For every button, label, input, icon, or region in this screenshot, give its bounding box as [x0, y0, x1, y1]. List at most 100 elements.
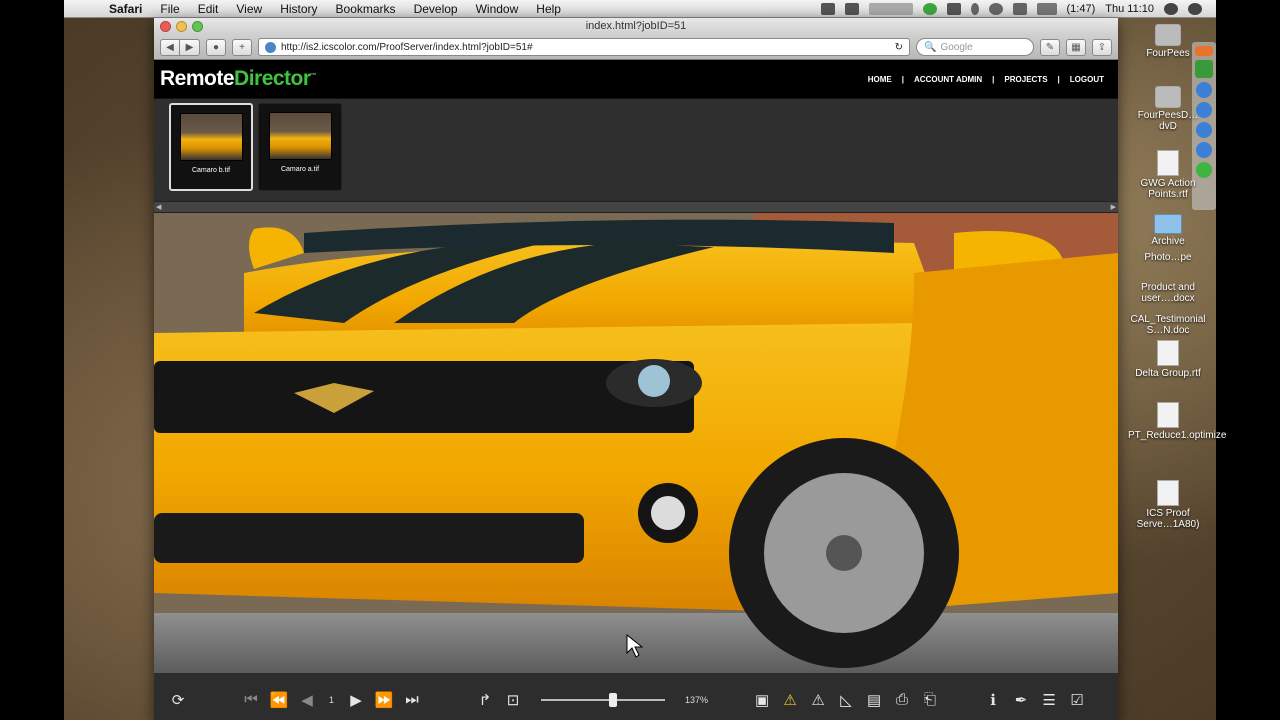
reader-button[interactable]: ●	[206, 38, 226, 56]
nav-home[interactable]: HOME	[860, 75, 900, 84]
grid-icon[interactable]: ▦	[1066, 38, 1086, 56]
edit-icon[interactable]: ✎	[1040, 38, 1060, 56]
desktop-icon-fourpees-dvd[interactable]: FourPeesD… dvD	[1128, 86, 1208, 132]
fast-forward-icon[interactable]: ⏩	[375, 691, 394, 709]
desktop-icon-photo[interactable]: Photo…pe	[1128, 252, 1208, 263]
logo: RemoteDirector™	[160, 67, 317, 91]
thumbnail-scrollbar[interactable]: ◀ ▶	[154, 201, 1118, 213]
menu-file[interactable]: File	[151, 2, 188, 16]
menu-develop[interactable]: Develop	[405, 2, 467, 16]
back-button[interactable]: ◀	[160, 38, 180, 56]
battery-icon[interactable]	[1036, 2, 1057, 15]
safari-window: index.html?jobID=51 ◀ ▶ ● + http://is2.i…	[154, 18, 1118, 720]
menu-view[interactable]: View	[227, 2, 271, 16]
desktop-icon-label: FourPeesD… dvD	[1137, 110, 1199, 132]
reload-icon[interactable]: ↻	[895, 42, 903, 53]
share-icon[interactable]: ⇪	[1092, 38, 1112, 56]
next-page-icon[interactable]: ▶	[347, 691, 365, 709]
menu-help[interactable]: Help	[527, 2, 570, 16]
last-page-icon[interactable]: ⏭	[403, 691, 421, 709]
first-page-icon[interactable]: ⏮	[242, 691, 260, 709]
browser-toolbar: ◀ ▶ ● + http://is2.icscolor.com/ProofSer…	[154, 35, 1118, 60]
search-field[interactable]: 🔍 Google	[916, 38, 1034, 56]
eyedropper-icon[interactable]: ✒	[1012, 691, 1030, 709]
share-arrow-icon[interactable]: ↱	[476, 691, 494, 709]
image-viewer[interactable]	[154, 213, 1118, 673]
page-number[interactable]: 1	[329, 695, 334, 705]
camera-icon[interactable]	[820, 2, 835, 15]
menu-app-safari[interactable]: Safari	[100, 2, 151, 16]
thumbnail-camaro-b[interactable]: Camaro b.tif	[169, 103, 253, 191]
close-window-icon[interactable]	[160, 21, 171, 32]
wifi-icon[interactable]	[988, 2, 1003, 15]
desktop-icon-label: ICS Proof Serve…1A80)	[1136, 508, 1200, 530]
approve-icon[interactable]: ☑	[1068, 691, 1086, 709]
spotlight-icon[interactable]	[1188, 2, 1202, 15]
desktop-icon-delta[interactable]: Delta Group.rtf	[1128, 340, 1208, 379]
user-icon[interactable]	[1164, 2, 1178, 15]
desktop-icon-gwg[interactable]: GWG Action Points.rtf	[1128, 150, 1208, 200]
desktop-icon-pt-reduce[interactable]: PT_Reduce1.optimize	[1128, 402, 1226, 441]
export-icon[interactable]: ⎗	[921, 691, 939, 709]
close-x-icon[interactable]	[844, 2, 859, 15]
add-bookmark-button[interactable]: +	[232, 38, 252, 56]
search-placeholder: Google	[940, 41, 973, 53]
url-text[interactable]: http://is2.icscolor.com/ProofServer/inde…	[281, 42, 890, 53]
desktop-icon-label: FourPees	[1146, 48, 1190, 59]
drive-icon	[1155, 24, 1181, 46]
zoom-slider-knob[interactable]	[609, 692, 618, 707]
scroll-left-icon[interactable]: ◀	[156, 203, 161, 211]
bluetooth-icon[interactable]	[970, 2, 979, 15]
desktop-icon-fourpees[interactable]: FourPees	[1128, 24, 1208, 59]
rewind-icon[interactable]: ⏪	[270, 691, 289, 709]
desktop-icon-label: Archive	[1151, 236, 1185, 247]
desktop-icon-label: GWG Action Points.rtf	[1140, 178, 1196, 200]
status-area: (1:47) Thu 11:10	[820, 2, 1216, 15]
desktop-icon-archive[interactable]: Archive	[1128, 214, 1208, 247]
scroll-right-icon[interactable]: ▶	[1111, 203, 1116, 211]
refresh-icon[interactable]: ⟳	[169, 691, 187, 709]
menu-bookmarks[interactable]: Bookmarks	[327, 2, 405, 16]
nav-projects[interactable]: PROJECTS	[996, 75, 1055, 84]
print-icon[interactable]: ⎙	[893, 691, 911, 709]
fit-to-screen-icon[interactable]: ⊡	[504, 691, 522, 709]
window-controls	[160, 21, 203, 32]
volume-icon[interactable]	[1012, 2, 1027, 15]
viewer-controls: ⟳ ⏮ ⏪ ◀ 1 ▶ ⏩ ⏭ ↱ ⊡ 137% ▣ ⚠ ⚠ ◺ ▤ ⎙ ⎗ ℹ…	[154, 679, 1118, 720]
nav-account-admin[interactable]: ACCOUNT ADMIN	[906, 75, 990, 84]
menu-edit[interactable]: Edit	[189, 2, 228, 16]
search-icon: 🔍	[924, 41, 937, 53]
document-icon	[1157, 340, 1179, 366]
address-bar[interactable]: http://is2.icscolor.com/ProofServer/inde…	[258, 38, 910, 56]
image-compare-icon[interactable]: ▤	[865, 691, 883, 709]
info-icon[interactable]: ℹ	[984, 691, 1002, 709]
dock-on-air-icon[interactable]	[1195, 60, 1213, 78]
gamut-warning-icon[interactable]: ⚠	[809, 691, 827, 709]
measure-icon[interactable]: ◺	[837, 691, 855, 709]
forward-button[interactable]: ▶	[180, 38, 200, 56]
thumbnail-image	[179, 113, 243, 161]
prev-page-icon[interactable]: ◀	[298, 691, 316, 709]
app-header: RemoteDirector™ HOME | ACCOUNT ADMIN | P…	[154, 60, 1118, 99]
compare-icon[interactable]: ▣	[753, 691, 771, 709]
logo-tm: ™	[310, 73, 317, 79]
desktop-icon-cal[interactable]: CAL_Testimonial S…N.doc	[1128, 314, 1208, 336]
clock[interactable]: Thu 11:10	[1105, 3, 1154, 15]
notes-icon[interactable]: ☰	[1040, 691, 1058, 709]
thumbnail-caption: Camaro b.tif	[191, 167, 231, 174]
green-status-icon[interactable]	[922, 2, 937, 15]
menu-window[interactable]: Window	[467, 2, 528, 16]
thumbnail-camaro-a[interactable]: Camaro a.tif	[258, 103, 342, 191]
nav-logout[interactable]: LOGOUT	[1062, 75, 1112, 84]
time-machine-icon[interactable]	[946, 2, 961, 15]
desktop-icon-label: Delta Group.rtf	[1135, 368, 1201, 379]
document-icon	[1157, 150, 1179, 176]
zoom-window-icon[interactable]	[192, 21, 203, 32]
minimize-window-icon[interactable]	[176, 21, 187, 32]
media-controls-icon[interactable]	[868, 2, 913, 15]
warning-icon[interactable]: ⚠	[781, 691, 799, 709]
zoom-slider[interactable]	[541, 692, 666, 707]
desktop-icon-product[interactable]: Product and user….docx	[1128, 282, 1208, 304]
desktop-icon-ics-proof[interactable]: ICS Proof Serve…1A80)	[1128, 480, 1208, 530]
menu-history[interactable]: History	[271, 2, 326, 16]
